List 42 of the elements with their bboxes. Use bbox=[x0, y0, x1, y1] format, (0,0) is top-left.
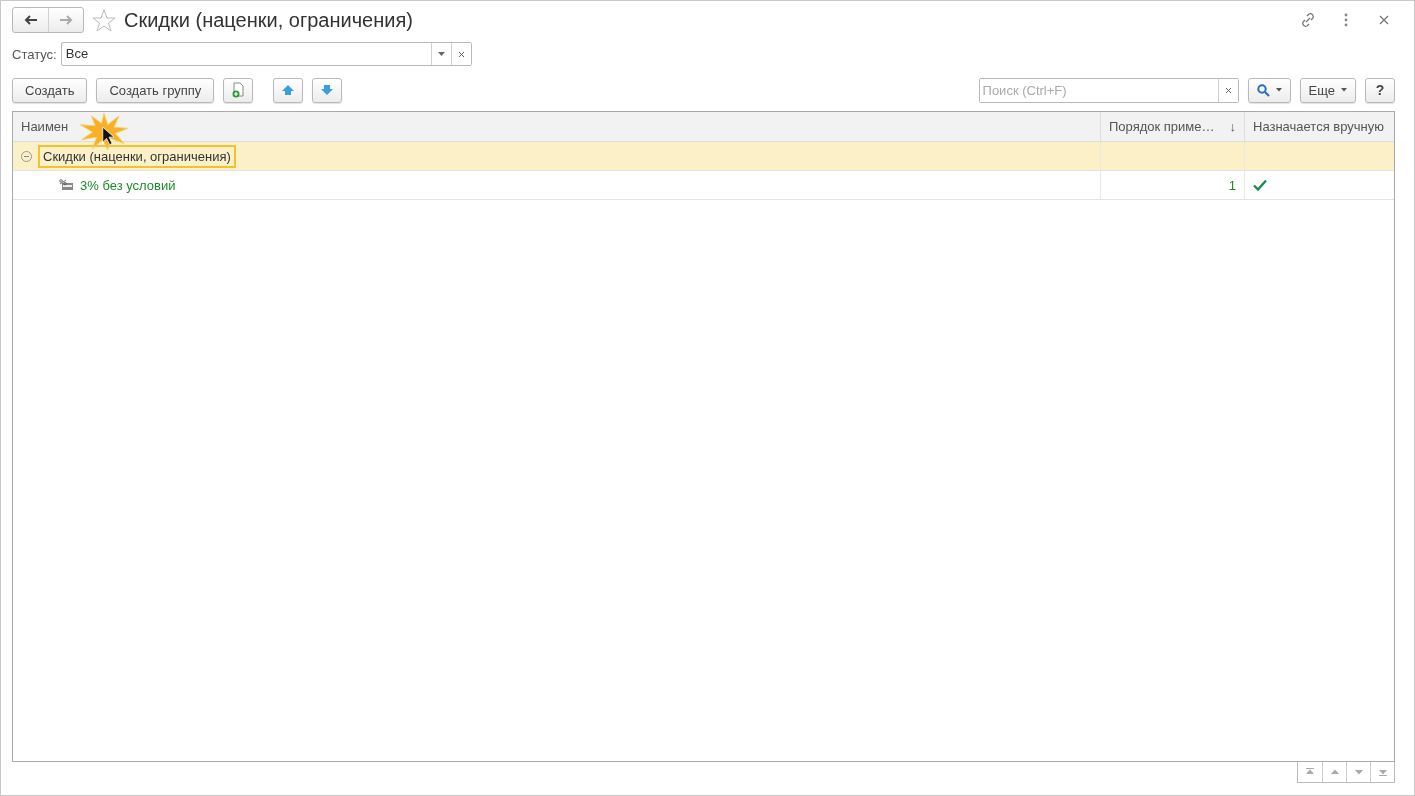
column-title: Назначается вручную bbox=[1253, 119, 1384, 134]
clear-search-button[interactable] bbox=[1217, 78, 1238, 102]
group-name[interactable]: Скидки (наценки, ограничения) bbox=[38, 144, 236, 168]
more-button[interactable]: Еще bbox=[1299, 77, 1356, 103]
search-options-button[interactable] bbox=[1247, 77, 1291, 103]
right-arrow-icon bbox=[59, 15, 73, 25]
down-icon bbox=[1353, 768, 1364, 776]
item-name[interactable]: 3% без условий bbox=[80, 177, 176, 193]
column-title: Наимен bbox=[21, 119, 69, 134]
clear-button[interactable] bbox=[450, 43, 471, 65]
discount-card-icon bbox=[59, 179, 74, 191]
down-arrow-icon bbox=[320, 84, 335, 96]
status-label: Статус: bbox=[12, 46, 57, 62]
close-icon bbox=[457, 50, 465, 58]
column-header[interactable]: Наимен bbox=[13, 112, 1100, 142]
status-field[interactable]: Все bbox=[60, 42, 472, 66]
column-header[interactable]: Назначается вручную bbox=[1244, 112, 1394, 142]
help-button[interactable]: ? bbox=[1365, 77, 1395, 103]
first-icon bbox=[1305, 768, 1315, 776]
window-title: Скидки (наценки, ограничения) bbox=[124, 8, 414, 32]
move-up-button[interactable] bbox=[273, 77, 304, 103]
order-number: 1 bbox=[1228, 177, 1236, 193]
caret-icon bbox=[1275, 88, 1282, 92]
close-icon bbox=[1224, 86, 1232, 94]
click-highlight-drawing bbox=[79, 112, 129, 151]
create-button[interactable]: Создать bbox=[12, 77, 88, 103]
sort-indicator: ↓ bbox=[1229, 119, 1236, 134]
add-document-icon bbox=[231, 82, 246, 98]
create-group-button[interactable]: Создать группу bbox=[96, 77, 215, 103]
up-arrow-icon bbox=[281, 84, 296, 96]
caret-icon bbox=[1341, 88, 1347, 92]
star-icon[interactable] bbox=[92, 8, 116, 32]
column-header[interactable]: Порядок приме… ↓ bbox=[1100, 112, 1244, 142]
copy-button[interactable] bbox=[223, 77, 254, 103]
caret-icon bbox=[437, 52, 445, 56]
search-icon bbox=[1256, 83, 1270, 97]
column-title: Порядок приме… bbox=[1109, 119, 1215, 134]
last-icon bbox=[1377, 768, 1388, 776]
left-arrow-icon bbox=[23, 15, 38, 25]
move-down-button[interactable] bbox=[312, 77, 343, 103]
search-field[interactable]: Поиск (Ctrl+F) bbox=[978, 77, 1239, 103]
up-icon bbox=[1329, 768, 1340, 776]
